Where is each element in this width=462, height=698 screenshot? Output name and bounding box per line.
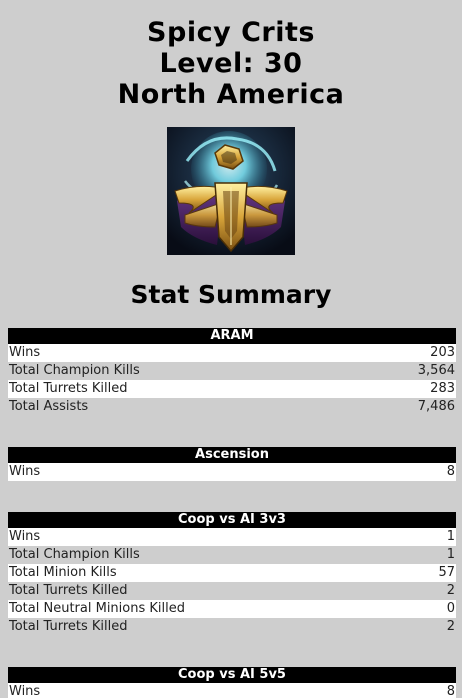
section-ascension: Ascension Wins 8 <box>8 447 456 481</box>
stat-value: 2 <box>446 583 455 598</box>
stat-row: Total Champion Kills 3,564 <box>8 362 456 380</box>
stat-value: 7,486 <box>417 399 455 414</box>
stat-label: Total Neutral Minions Killed <box>9 601 185 616</box>
stat-label: Wins <box>9 345 41 360</box>
profile-header: Spicy Crits Level: 30 North America <box>0 0 462 110</box>
section-header: Coop vs AI 5v5 <box>8 667 456 683</box>
stat-label: Total Minion Kills <box>9 565 117 580</box>
section-header: Ascension <box>8 447 456 463</box>
stat-row: Wins 203 <box>8 344 456 362</box>
stat-value: 8 <box>446 684 455 698</box>
stat-label: Total Assists <box>9 399 89 414</box>
stat-row: Wins 8 <box>8 683 456 698</box>
section-header: Coop vs AI 3v3 <box>8 512 456 528</box>
stat-label: Wins <box>9 464 41 479</box>
stat-row: Total Turrets Killed 2 <box>8 582 456 600</box>
stat-row: Wins 8 <box>8 463 456 481</box>
stat-value: 8 <box>446 464 455 479</box>
page: Spicy Crits Level: 30 North America Stat… <box>0 0 462 698</box>
stat-label: Total Turrets Killed <box>9 583 128 598</box>
summoner-level: Level: 30 <box>159 48 303 79</box>
stat-row: Total Minion Kills 57 <box>8 564 456 582</box>
stat-label: Total Turrets Killed <box>9 619 128 634</box>
stat-value: 2 <box>446 619 455 634</box>
stat-label: Total Turrets Killed <box>9 381 128 396</box>
stat-value: 0 <box>446 601 455 616</box>
stat-row: Total Champion Kills 1 <box>8 546 456 564</box>
stat-row: Total Assists 7,486 <box>8 398 456 416</box>
stat-value: 283 <box>430 381 455 396</box>
profile-icon <box>167 127 295 255</box>
stat-value: 57 <box>438 565 455 580</box>
stat-value: 1 <box>446 529 455 544</box>
stat-label: Wins <box>9 684 41 698</box>
stat-label: Total Champion Kills <box>9 547 140 562</box>
stat-value: 1 <box>446 547 455 562</box>
stat-value: 3,564 <box>417 363 455 378</box>
stat-row: Total Turrets Killed 283 <box>8 380 456 398</box>
stat-label: Wins <box>9 529 41 544</box>
section-header: ARAM <box>8 328 456 344</box>
summoner-region: North America <box>117 79 345 110</box>
section-coop-vs-ai-3v3: Coop vs AI 3v3 Wins 1 Total Champion Kil… <box>8 512 456 636</box>
section-aram: ARAM Wins 203 Total Champion Kills 3,564… <box>8 328 456 416</box>
stat-row: Total Neutral Minions Killed 0 <box>8 600 456 618</box>
stat-row: Total Turrets Killed 2 <box>8 618 456 636</box>
stat-summary-title: Stat Summary <box>130 280 332 309</box>
summoner-name: Spicy Crits <box>147 17 315 48</box>
section-coop-vs-ai-5v5: Coop vs AI 5v5 Wins 8 <box>8 667 456 698</box>
stat-value: 203 <box>430 345 455 360</box>
stat-label: Total Champion Kills <box>9 363 140 378</box>
stat-row: Wins 1 <box>8 528 456 546</box>
